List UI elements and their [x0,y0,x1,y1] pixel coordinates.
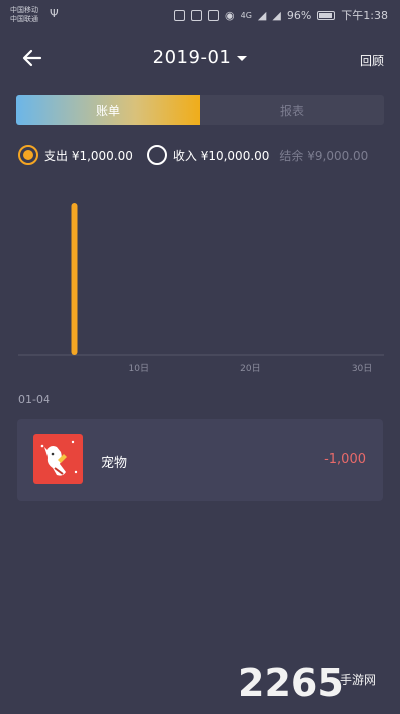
transaction-amount: -1,000 [324,452,366,467]
card-icon [208,9,219,21]
expense-total[interactable]: 支出 ¥1,000.00 [44,147,133,164]
tab-bar: 账单 报表 [16,95,384,125]
balance-total: 结余 ¥9,000.00 [279,148,369,163]
tab-report[interactable]: 报表 [200,95,384,125]
income-total[interactable]: 收入 ¥10,000.00 [173,147,270,164]
eye-icon: ◉ [225,8,235,22]
pet-dog-icon [33,434,83,484]
clock-time: 下午1:38 [341,9,388,22]
site-watermark-logo: 2265 手游网 [238,661,376,704]
review-button[interactable]: 回顾 [360,52,384,69]
watermark-site: 手游网 [340,673,376,687]
category-name: 宠物 [101,456,128,471]
carrier-2: 中国联通 [10,15,38,23]
signal-icon: ◢ [257,8,267,22]
chart-tick-label: 20日 [240,363,260,374]
carrier-info: 中国移动 中国联通 [10,6,38,24]
nfc-icon [174,9,185,21]
list-date-header: 01-04 [18,393,50,406]
signal-icon-2: ◢ [272,8,281,22]
watermark-brand: 2265 [238,661,344,704]
vibrate-icon [191,9,202,21]
summary-bar: 支出 ¥1,000.00 收入 ¥10,000.00 结余 ¥9,000.00 [18,143,368,167]
status-icons: ◉ 4G ◢ ◢ 96% 下午1:38 [174,7,388,23]
chart-tick-label: 10日 [129,363,149,374]
expense-radio[interactable] [18,145,38,165]
carrier-1: 中国移动 [10,6,38,14]
daily-bar-chart: 10日 20日 30日 [18,203,384,374]
month-selector[interactable]: 2019-01 [0,47,400,68]
chart-tick-label: 30日 [352,363,372,374]
network-label: 4G [240,10,252,20]
list-item[interactable]: 宠物 -1,000 [17,419,383,501]
usb-icon: Ψ [50,7,59,20]
status-bar: 中国移动 中国联通 Ψ ◉ 4G ◢ ◢ 96% 下午1:38 [0,0,400,30]
chart-bar [71,203,78,355]
battery-icon [317,10,336,20]
income-radio[interactable] [146,145,167,165]
pet-dog-illustration [40,440,78,476]
battery-percent: 96% [286,8,312,22]
caret-down-icon [237,56,248,61]
tab-bills[interactable]: 账单 [16,95,200,125]
page-title: 2019-01 [152,47,232,68]
